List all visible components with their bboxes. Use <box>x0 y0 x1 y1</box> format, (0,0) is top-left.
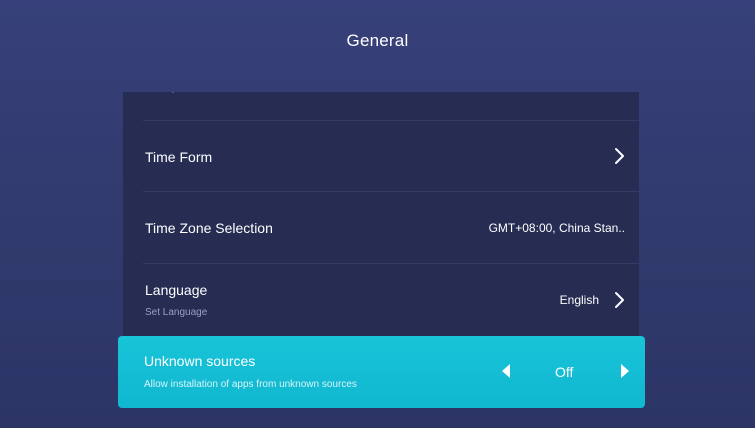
page-title: General <box>346 31 409 50</box>
partial-item-text: ˒ <box>171 92 176 96</box>
arrow-left-icon[interactable] <box>502 364 510 378</box>
divider <box>143 263 639 264</box>
settings-item-time-zone[interactable]: Time Zone Selection GMT+08:00, China Sta… <box>123 191 639 263</box>
language-value: English <box>559 293 599 307</box>
settings-item-label: Time Form <box>145 149 213 165</box>
settings-list[interactable]: ˒ Time Form Time Zone Selection GMT+08:0… <box>123 92 639 336</box>
divider <box>143 120 639 121</box>
chevron-right-icon <box>615 148 624 164</box>
settings-item-label: Unknown sources <box>144 353 256 369</box>
arrow-right-icon[interactable] <box>621 364 629 378</box>
divider <box>143 191 639 192</box>
settings-item-time-form[interactable]: Time Form <box>123 120 639 191</box>
unknown-sources-value: Off <box>555 364 574 380</box>
settings-item-unknown-sources[interactable]: Unknown sources Allow installation of ap… <box>118 336 645 408</box>
settings-screen: General ˒ Time Form Time Zone Selection … <box>0 0 755 428</box>
settings-item-language[interactable]: Language Set Language English <box>123 263 639 336</box>
settings-item-label: Time Zone Selection <box>145 220 273 236</box>
settings-item-label: Language <box>145 282 208 298</box>
time-zone-value: GMT+08:00, China Stan.. <box>488 221 625 235</box>
settings-item-sublabel: Allow installation of apps from unknown … <box>144 379 357 390</box>
chevron-right-icon <box>615 292 624 308</box>
settings-item-partial[interactable]: ˒ <box>123 92 639 120</box>
settings-item-sublabel: Set Language <box>145 307 208 318</box>
